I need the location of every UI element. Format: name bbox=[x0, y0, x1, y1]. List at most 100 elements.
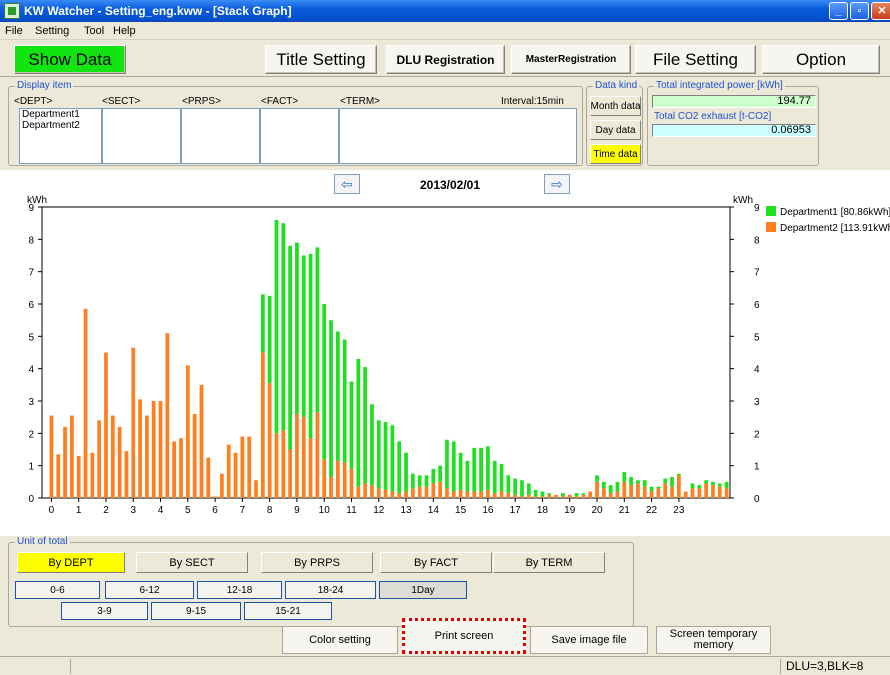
col-head-sect: <SECT> bbox=[102, 96, 141, 107]
total-co2-label: Total CO2 exhaust [t-CO2] bbox=[654, 111, 772, 122]
option-button[interactable]: Option bbox=[762, 45, 880, 74]
bar-segment bbox=[342, 462, 347, 498]
time-data-button[interactable]: Time data bbox=[590, 144, 641, 164]
file-setting-button[interactable]: File Setting bbox=[635, 45, 756, 74]
bar-segment bbox=[690, 483, 695, 489]
prps-list[interactable] bbox=[181, 108, 260, 164]
bar-segment bbox=[642, 486, 647, 498]
next-date-arrow-icon[interactable]: ⇨ bbox=[544, 174, 570, 194]
dlu-registration-button[interactable]: DLU Registration bbox=[386, 45, 505, 74]
bar-segment bbox=[717, 486, 722, 498]
bar-segment bbox=[642, 480, 647, 487]
bar-segment bbox=[486, 446, 490, 490]
bar-segment bbox=[595, 481, 599, 498]
window-title: KW Watcher - Setting_eng.kww - [Stack Gr… bbox=[24, 4, 292, 18]
bar-segment bbox=[329, 476, 333, 498]
bar-segment bbox=[322, 459, 327, 498]
total-power-field: 194.77 bbox=[652, 95, 816, 108]
bar-segment bbox=[274, 219, 279, 434]
bar-segment bbox=[704, 483, 709, 498]
list-item[interactable]: Department1 bbox=[20, 109, 101, 120]
print-screen-button[interactable]: Print screen bbox=[402, 618, 526, 654]
range-12-18-button[interactable]: 12-18 bbox=[197, 581, 282, 599]
bar-segment bbox=[649, 491, 654, 498]
by-term-button[interactable]: By TERM bbox=[493, 552, 605, 573]
show-data-button[interactable]: Show Data bbox=[14, 45, 126, 74]
by-dept-button[interactable]: By DEPT bbox=[17, 552, 125, 573]
range-18-24-button[interactable]: 18-24 bbox=[285, 581, 376, 599]
bar-segment bbox=[308, 438, 313, 498]
range-1day-button[interactable]: 1Day bbox=[379, 581, 467, 599]
bar-segment bbox=[247, 436, 252, 498]
prev-date-arrow-icon[interactable]: ⇦ bbox=[334, 174, 360, 194]
bar-segment bbox=[526, 494, 531, 498]
maximize-button[interactable]: ▫ bbox=[850, 2, 869, 20]
x-tick-label: 9 bbox=[294, 505, 300, 516]
menu-setting[interactable]: Setting bbox=[35, 25, 69, 37]
bar-segment bbox=[622, 472, 627, 482]
bar-segment bbox=[356, 486, 361, 498]
menu-tool[interactable]: Tool bbox=[84, 25, 104, 37]
list-item[interactable]: Department2 bbox=[20, 120, 101, 131]
bar-segment bbox=[356, 358, 361, 487]
range-6-12-button[interactable]: 6-12 bbox=[105, 581, 194, 599]
dept-list[interactable]: Department1 Department2 bbox=[19, 108, 102, 164]
by-sect-button[interactable]: By SECT bbox=[136, 552, 248, 573]
month-data-button[interactable]: Month data bbox=[590, 96, 641, 116]
display-item-label: Display item bbox=[15, 80, 74, 91]
menu-file[interactable]: File bbox=[5, 25, 23, 37]
bar-segment bbox=[472, 447, 477, 492]
x-tick-label: 13 bbox=[400, 505, 412, 516]
minimize-button[interactable]: _ bbox=[829, 2, 848, 20]
by-fact-button[interactable]: By FACT bbox=[380, 552, 492, 573]
x-tick-label: 14 bbox=[428, 505, 440, 516]
bar-segment bbox=[83, 308, 88, 498]
bar-segment bbox=[56, 454, 61, 498]
x-tick-label: 7 bbox=[240, 505, 246, 516]
bar-segment bbox=[281, 223, 286, 431]
x-tick-label: 4 bbox=[158, 505, 164, 516]
bar-segment bbox=[383, 489, 388, 498]
bar-segment bbox=[472, 491, 477, 498]
bar-segment bbox=[458, 489, 463, 498]
bar-segment bbox=[492, 460, 497, 494]
col-head-fact: <FACT> bbox=[261, 96, 299, 107]
range-0-6-button[interactable]: 0-6 bbox=[15, 581, 100, 599]
bar-segment bbox=[363, 367, 368, 484]
range-3-9-button[interactable]: 3-9 bbox=[61, 602, 148, 620]
bar-segment bbox=[172, 441, 177, 498]
fact-list[interactable] bbox=[260, 108, 339, 164]
bar-segment bbox=[322, 304, 327, 460]
title-setting-button[interactable]: Title Setting bbox=[265, 45, 377, 74]
bar-segment bbox=[260, 294, 265, 353]
bar-segment bbox=[179, 438, 183, 498]
y-tick-label: 5 bbox=[28, 332, 34, 343]
x-tick-label: 2 bbox=[103, 505, 109, 516]
by-prps-button[interactable]: By PRPS bbox=[261, 552, 373, 573]
master-registration-button[interactable]: MasterRegistration bbox=[511, 45, 631, 74]
bar-segment bbox=[629, 485, 633, 498]
bar-segment bbox=[608, 493, 613, 498]
color-setting-button[interactable]: Color setting bbox=[282, 626, 398, 654]
bar-segment bbox=[697, 488, 702, 498]
toolbar: Show Data Title Setting DLU Registration… bbox=[0, 41, 890, 77]
interval-label: Interval:15min bbox=[501, 96, 564, 107]
bar-segment bbox=[267, 295, 272, 384]
total-co2-field: 0.06953 bbox=[652, 124, 816, 137]
bar-segment bbox=[697, 485, 702, 489]
x-tick-label: 17 bbox=[510, 505, 522, 516]
range-15-21-button[interactable]: 15-21 bbox=[244, 602, 332, 620]
save-image-button[interactable]: Save image file bbox=[530, 626, 648, 654]
x-tick-label: 8 bbox=[267, 505, 273, 516]
bar-segment bbox=[213, 496, 217, 498]
screen-temporary-memory-button[interactable]: Screen temporary memory bbox=[656, 626, 771, 654]
range-9-15-button[interactable]: 9-15 bbox=[151, 602, 241, 620]
close-button[interactable]: ✕ bbox=[871, 2, 890, 20]
term-list[interactable] bbox=[339, 108, 577, 164]
day-data-button[interactable]: Day data bbox=[590, 120, 641, 140]
bar-segment bbox=[404, 491, 408, 498]
bar-segment bbox=[717, 483, 722, 487]
bar-segment bbox=[670, 476, 674, 487]
menu-help[interactable]: Help bbox=[113, 25, 136, 37]
sect-list[interactable] bbox=[102, 108, 181, 164]
